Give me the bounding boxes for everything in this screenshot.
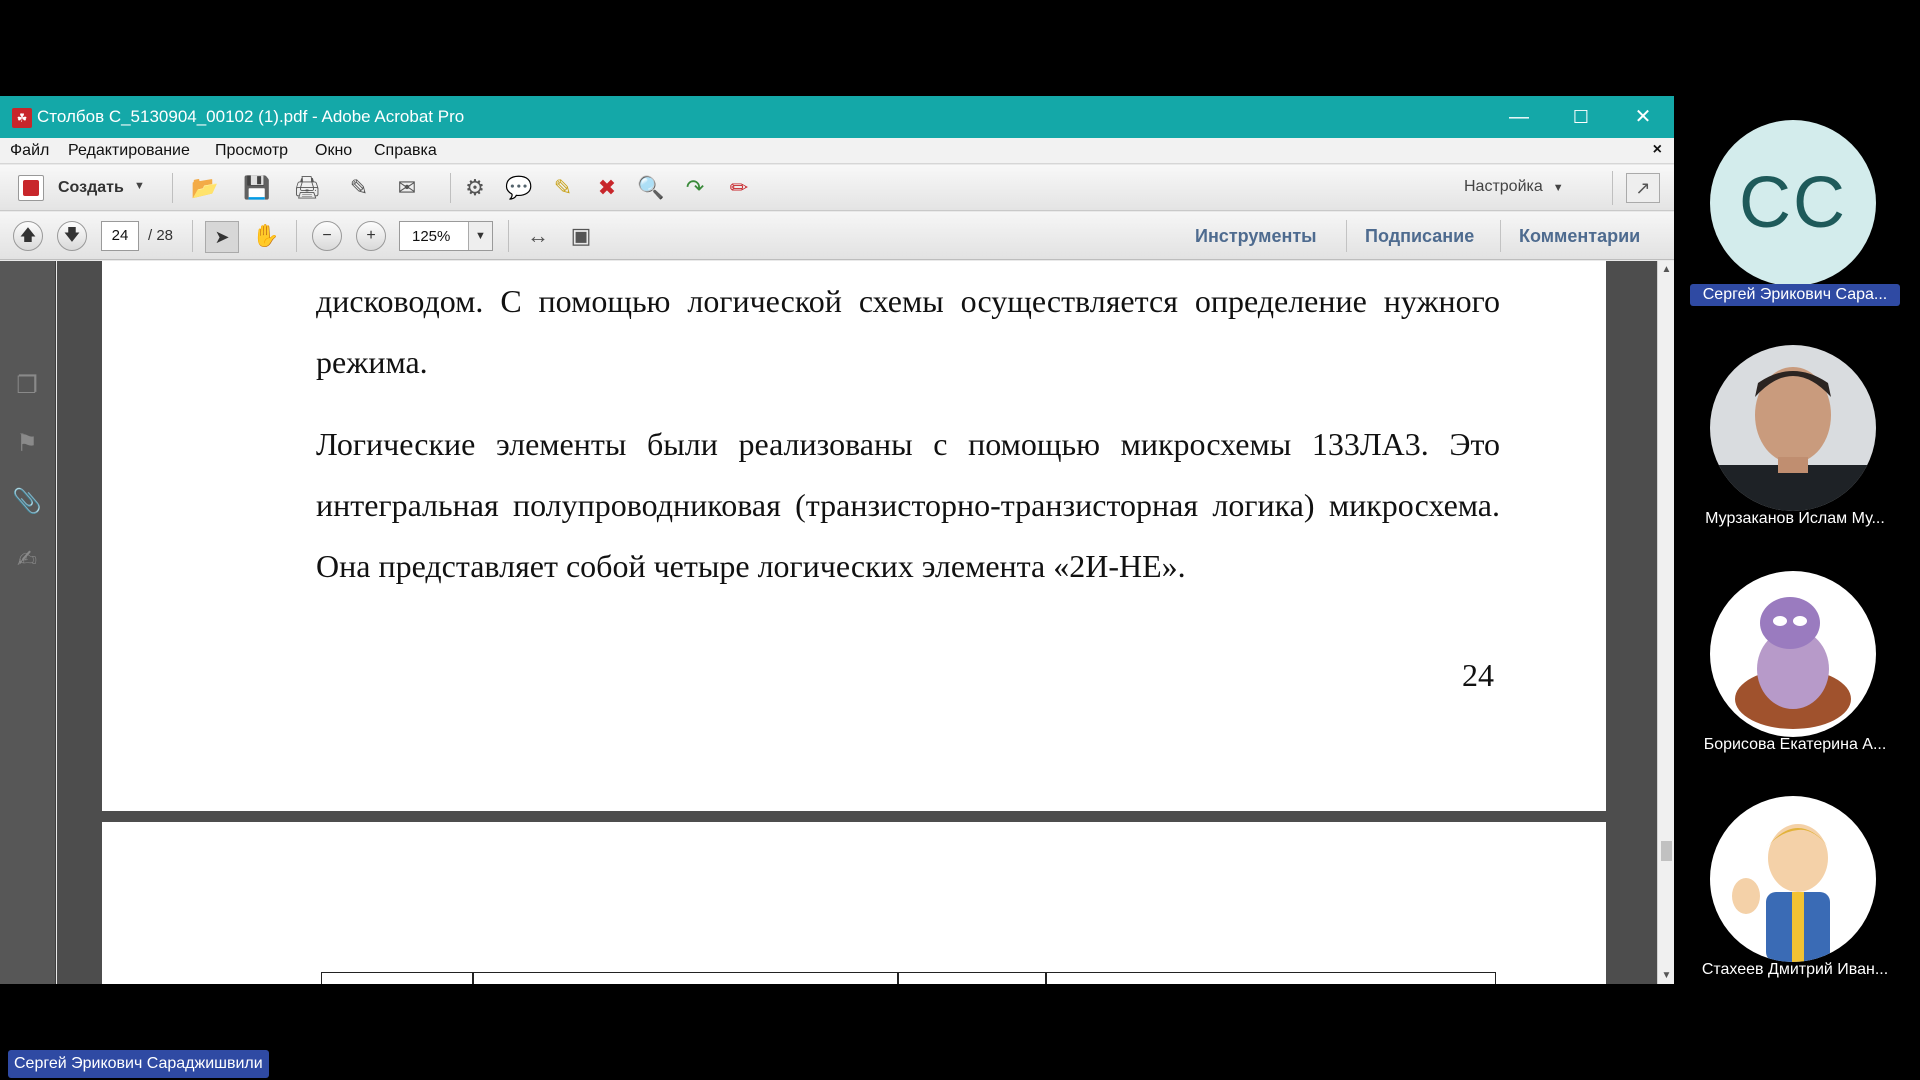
scroll-down-icon[interactable]: ▼ [1658,967,1674,984]
menu-view[interactable]: Просмотр [215,142,288,160]
tab-tools[interactable]: Инструменты [1195,226,1317,247]
participant-name: Стахеев Дмитрий Иван... [1701,961,1889,978]
zoom-out-icon[interactable]: − [312,221,342,251]
separator [450,173,451,203]
participant-tile[interactable]: СС Сергей Эрикович Сара... [1690,120,1900,320]
sign-document-icon[interactable]: ✏ [724,174,754,202]
menu-bar: Файл Редактирование Просмотр Окно Справк… [0,138,1674,164]
close-button[interactable]: ✕ [1612,96,1674,138]
find-in-document-icon[interactable]: 🔍 [636,174,666,202]
scroll-up-icon[interactable]: ▲ [1658,261,1674,278]
pdf-page [102,822,1606,984]
highlight-text-icon[interactable]: ✎ [548,174,578,202]
menu-window[interactable]: Окно [315,142,352,160]
close-document-icon[interactable]: × [1653,141,1662,159]
menu-edit[interactable]: Редактирование [68,142,190,160]
bookmarks-icon[interactable]: ⚑ [12,429,42,459]
avatar [1710,571,1876,737]
document-paragraph: дисководом. С помощью логической схемы о… [316,283,1500,380]
create-button[interactable]: Создать ▼ [14,173,154,203]
acrobat-window: ☘ Столбов С_5130904_00102 (1).pdf - Adob… [0,96,1674,984]
participant-name: Мурзаканов Ислам Му... [1705,510,1885,527]
avatar [1710,345,1876,511]
maximize-button[interactable]: ☐ [1550,96,1612,138]
menu-help[interactable]: Справка [374,142,437,160]
zoom-select[interactable]: 125% ▼ [399,221,493,251]
participant-name: Сергей Эрикович Сара... [1690,284,1900,306]
page-number-input[interactable]: 24 [101,221,139,251]
fit-width-icon[interactable]: ↔ [523,222,553,250]
separator [172,173,173,203]
minimize-button[interactable]: — [1488,96,1550,138]
separator [508,220,509,252]
table-column-divider [1045,973,1047,984]
page-total: / 28 [148,227,174,244]
next-page-icon[interactable]: 🡇 [57,221,87,251]
table-column-divider [897,973,899,984]
navigation-pane: ❐ ⚑ 📎 ✍ [0,261,56,984]
window-title: Столбов С_5130904_00102 (1).pdf - Adobe … [37,107,465,126]
create-label: Создать [58,179,124,196]
signatures-icon[interactable]: ✍ [12,545,42,575]
separator [192,220,193,252]
select-tool-icon[interactable]: ➤ [205,221,239,253]
chevron-down-icon[interactable]: ▼ [468,222,492,250]
chevron-down-icon: ▼ [1552,182,1564,194]
tab-sign[interactable]: Подписание [1365,226,1474,247]
table-column-divider [472,973,474,984]
navigation-toolbar: 🡅 🡇 24 / 28 ➤ ✋ − + 125% ▼ ↔ ▣ Инструмен… [0,212,1674,260]
edit-document-icon[interactable]: ✎ [344,174,374,202]
title-bar: ☘ Столбов С_5130904_00102 (1).pdf - Adob… [0,96,1674,138]
participant-tile[interactable]: Мурзаканов Ислам Му... [1690,345,1900,545]
screen: ☘ Столбов С_5130904_00102 (1).pdf - Adob… [0,0,1920,1080]
zoom-in-icon[interactable]: + [356,221,386,251]
hand-tool-icon[interactable]: ✋ [251,222,281,250]
avatar [1710,796,1876,962]
create-pdf-icon [18,175,44,201]
delete-page-icon[interactable]: ✖ [592,174,622,202]
document-view[interactable]: дисководом. С помощью логической схемы о… [57,261,1657,984]
open-folder-icon[interactable]: 📂 [190,174,220,202]
chevron-down-icon: ▼ [134,180,145,192]
previous-page-icon[interactable]: 🡅 [13,221,43,251]
avatar: СС [1710,120,1876,286]
save-icon[interactable]: 💾 [242,174,272,202]
attachments-icon[interactable]: 📎 [12,487,42,517]
scrollbar-thumb[interactable] [1661,841,1672,861]
tab-comments[interactable]: Комментарии [1519,226,1640,247]
zoom-value: 125% [412,228,451,245]
active-speaker-label: Сергей Эрикович Сараджишвили [8,1050,269,1078]
participant-tile[interactable]: Стахеев Дмитрий Иван... [1690,796,1900,996]
customize-dropdown[interactable]: Настройка ▼ [1464,178,1564,196]
separator [1612,171,1613,205]
separator [1346,220,1347,252]
person-photo [1710,345,1876,511]
page-thumbnails-icon[interactable]: ❐ [12,371,42,401]
participant-name: Борисова Екатерина А... [1703,736,1887,753]
separator [1500,220,1501,252]
document-paragraph: Логические элементы были реализованы с п… [316,426,1500,584]
comment-icon[interactable]: 💬 [504,174,534,202]
participant-tile[interactable]: Борисова Екатерина А... [1690,571,1900,771]
email-icon[interactable]: ✉ [392,174,422,202]
separator [296,220,297,252]
full-screen-icon[interactable]: ↗ [1626,173,1660,203]
document-table [321,972,1496,984]
vertical-scrollbar[interactable]: ▲ ▼ [1657,261,1674,984]
cartoon-thumbs-up-picture [1710,796,1876,962]
print-icon[interactable]: 🖨 [292,174,322,202]
menu-file[interactable]: Файл [10,142,49,160]
gear-icon[interactable]: ⚙ [460,174,490,202]
main-toolbar: Создать ▼ 📂 💾 🖨 ✎ ✉ ⚙ 💬 ✎ ✖ 🔍 ↷ ✏ Настро… [0,165,1674,211]
page-number: 24 [1462,657,1494,693]
fit-page-icon[interactable]: ▣ [566,222,596,250]
customize-label: Настройка [1464,178,1543,195]
export-icon[interactable]: ↷ [680,174,710,202]
acrobat-app-icon: ☘ [12,108,32,128]
cartoon-character-picture [1710,571,1876,737]
pdf-page: дисководом. С помощью логической схемы о… [102,261,1606,811]
